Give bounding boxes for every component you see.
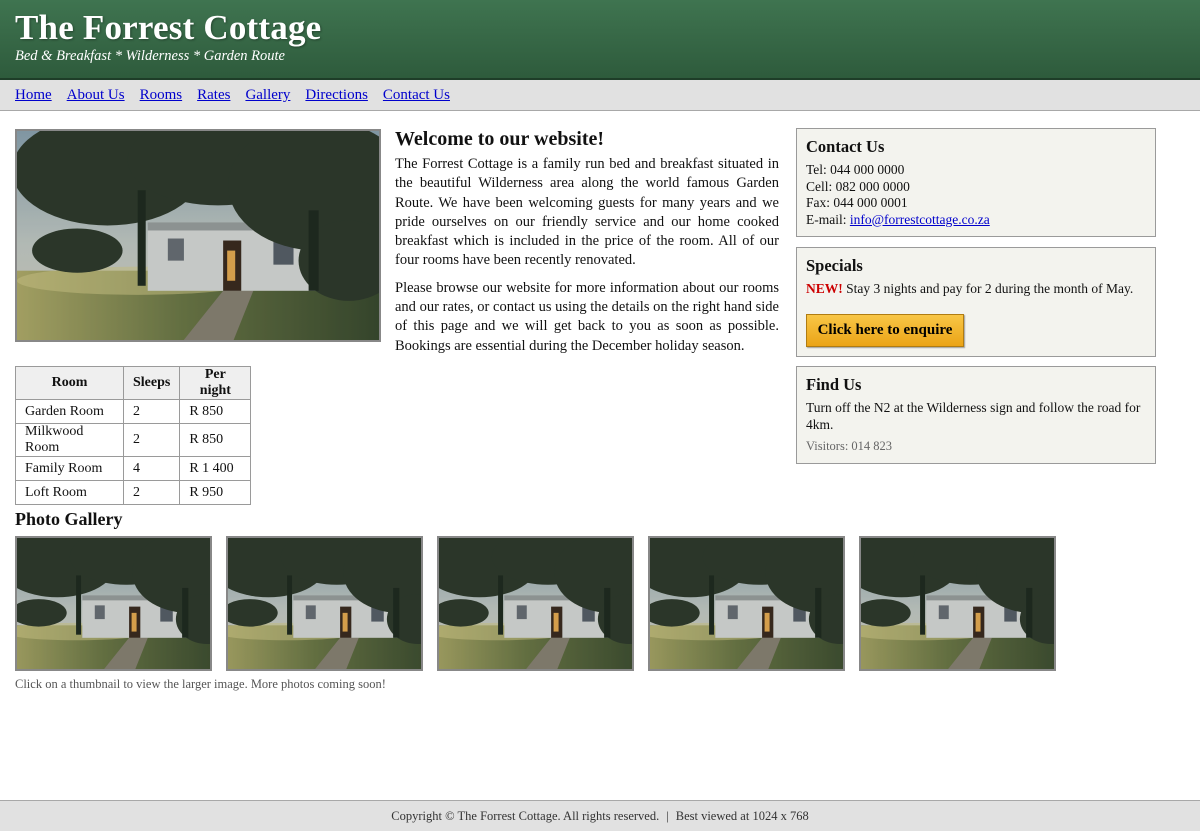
room-name: Milkwood Room bbox=[15, 423, 124, 457]
thumbnail-image bbox=[861, 538, 1054, 669]
best-viewed-text: Best viewed at 1024 x 768 bbox=[675, 809, 809, 823]
cottage-image bbox=[17, 131, 379, 340]
cottage-photo bbox=[15, 129, 381, 342]
room-name: Garden Room bbox=[15, 399, 124, 424]
main-nav: Home About Us Rooms Rates Gallery Direct… bbox=[0, 80, 1200, 111]
room-price: R 1 400 bbox=[179, 456, 252, 481]
thumbnail-image bbox=[228, 538, 421, 669]
thumbnail-image bbox=[650, 538, 843, 669]
room-sleeps: 2 bbox=[122, 480, 181, 505]
enquire-button[interactable]: Click here to enquire bbox=[806, 313, 964, 347]
room-price: R 850 bbox=[179, 423, 252, 457]
thumbnail-image bbox=[17, 538, 210, 669]
new-badge: NEW! bbox=[806, 281, 843, 296]
nav-home[interactable]: Home bbox=[15, 80, 52, 110]
welcome-section: Welcome to our website! The Forrest Cott… bbox=[395, 128, 779, 364]
site-tagline: Bed & Breakfast * Wilderness * Garden Ro… bbox=[15, 48, 285, 64]
gallery-thumbnails bbox=[15, 536, 1070, 671]
contact-fax: Fax: 044 000 0001 bbox=[806, 195, 908, 210]
visitor-counter: Visitors: 014 823 bbox=[806, 439, 893, 453]
specials-heading: Specials bbox=[806, 256, 863, 275]
rates-header-room: Room bbox=[15, 366, 124, 400]
nav-gallery[interactable]: Gallery bbox=[245, 80, 290, 110]
site-header: The Forrest Cottage Bed & Breakfast * Wi… bbox=[0, 0, 1200, 80]
rates-table: Room Sleeps Per night Garden Room 2 R 85… bbox=[15, 366, 252, 505]
rates-header-per-night: Per night bbox=[179, 366, 252, 400]
contact-heading: Contact Us bbox=[806, 137, 885, 156]
table-row: Milkwood Room 2 R 850 bbox=[15, 423, 252, 457]
gallery-thumbnail[interactable] bbox=[859, 536, 1056, 671]
find-us-directions: Turn off the N2 at the Wilderness sign a… bbox=[806, 400, 1141, 432]
room-price: R 850 bbox=[179, 399, 252, 424]
room-sleeps: 2 bbox=[122, 423, 181, 457]
gallery-note: Click on a thumbnail to view the larger … bbox=[15, 677, 386, 691]
contact-email-link[interactable]: info@forrestcottage.co.za bbox=[850, 212, 990, 227]
nav-directions[interactable]: Directions bbox=[305, 80, 367, 110]
copyright-text: Copyright © The Forrest Cottage. All rig… bbox=[391, 809, 660, 823]
specials-box: Specials NEW! Stay 3 nights and pay for … bbox=[796, 247, 1156, 357]
rates-header-row: Room Sleeps Per night bbox=[15, 366, 252, 400]
nav-rooms[interactable]: Rooms bbox=[140, 80, 183, 110]
contact-cell: Cell: 082 000 0000 bbox=[806, 178, 910, 194]
contact-tel: Tel: 044 000 0000 bbox=[806, 162, 905, 177]
specials-text: Stay 3 nights and pay for 2 during the m… bbox=[842, 281, 1134, 296]
rates-header-sleeps: Sleeps bbox=[122, 366, 181, 400]
gallery-thumbnail[interactable] bbox=[226, 536, 423, 671]
specials-offer: NEW! Stay 3 nights and pay for 2 during … bbox=[806, 281, 1146, 298]
room-price: R 950 bbox=[179, 480, 252, 505]
nav-rates[interactable]: Rates bbox=[197, 80, 230, 110]
gallery-thumbnail[interactable] bbox=[15, 536, 212, 671]
room-name: Family Room bbox=[15, 456, 124, 481]
contact-email-line: E-mail: info@forrestcottage.co.za bbox=[806, 212, 1146, 229]
site-footer: Copyright © The Forrest Cottage. All rig… bbox=[0, 800, 1200, 831]
room-sleeps: 4 bbox=[122, 456, 181, 481]
table-row: Family Room 4 R 1 400 bbox=[15, 456, 252, 481]
welcome-paragraph-2: Please browse our website for more infor… bbox=[395, 279, 779, 354]
thumbnail-image bbox=[439, 538, 632, 669]
find-us-box: Find Us Turn off the N2 at the Wildernes… bbox=[796, 366, 1156, 464]
gallery-thumbnail[interactable] bbox=[648, 536, 845, 671]
room-name: Loft Room bbox=[15, 480, 124, 505]
room-sleeps: 2 bbox=[122, 399, 181, 424]
nav-about-us[interactable]: About Us bbox=[67, 80, 125, 110]
nav-contact-us[interactable]: Contact Us bbox=[383, 80, 450, 110]
gallery-title: Photo Gallery bbox=[15, 509, 123, 529]
welcome-heading: Welcome to our website! bbox=[395, 128, 605, 150]
contact-email-label: E-mail: bbox=[806, 211, 850, 227]
table-row: Garden Room 2 R 850 bbox=[15, 399, 252, 424]
contact-box: Contact Us Tel: 044 000 0000 Cell: 082 0… bbox=[796, 128, 1156, 237]
welcome-paragraph-1: The Forrest Cottage is a family run bed … bbox=[395, 156, 779, 269]
table-row: Loft Room 2 R 950 bbox=[15, 480, 252, 505]
footer-separator: | bbox=[666, 809, 669, 823]
find-us-heading: Find Us bbox=[806, 375, 862, 394]
site-title: The Forrest Cottage bbox=[15, 8, 322, 47]
gallery-thumbnail[interactable] bbox=[437, 536, 634, 671]
